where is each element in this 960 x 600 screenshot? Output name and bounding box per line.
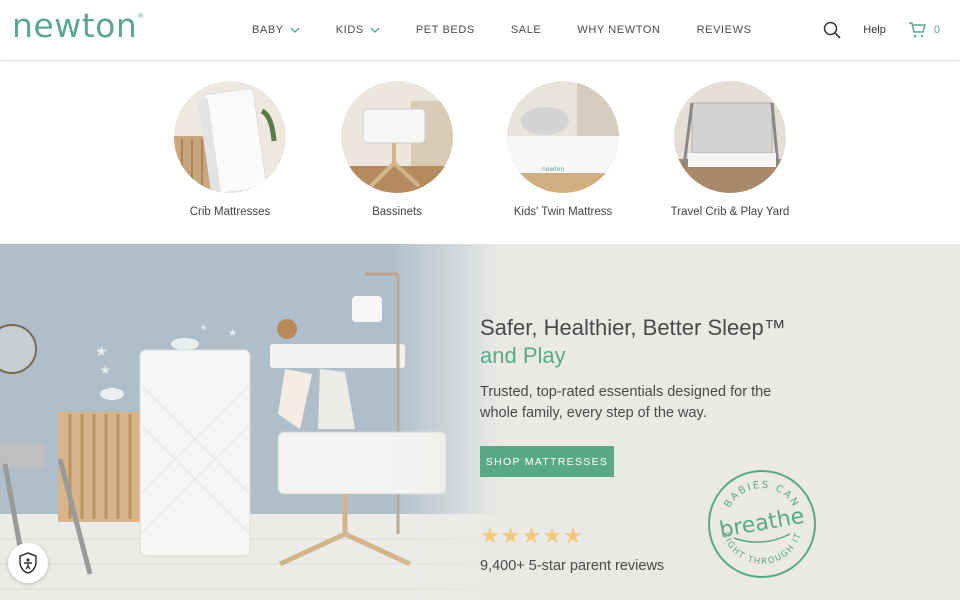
category-label: Crib Mattresses [189, 206, 271, 218]
travel-crib-image [674, 81, 786, 193]
nav-label: REVIEWS [696, 24, 752, 36]
star-icon: ★ [480, 523, 500, 548]
cart-button[interactable]: 0 [908, 22, 940, 38]
hero-text-block: Safer, Healthier, Better Sleep™ and Play… [480, 314, 880, 424]
cart-count: 0 [933, 24, 940, 36]
hero-banner: ★★★★ Safer, Healthier, Better Sleep™ and… [0, 244, 960, 600]
twin-mattress-image: newton [507, 81, 619, 193]
category-kids-twin-mattress[interactable]: newton Kids' Twin Mattress [478, 81, 648, 218]
category-crib-mattresses[interactable]: Crib Mattresses [145, 81, 315, 218]
hero-headline-accent: and Play [480, 343, 566, 368]
nav-label: SALE [510, 24, 542, 36]
accessibility-button[interactable] [8, 543, 48, 583]
category-row: Crib Mattresses Bassinets newton Kids' T… [0, 61, 960, 244]
category-bassinets[interactable]: Bassinets [312, 81, 482, 218]
nav-item-baby[interactable]: BABY [252, 24, 300, 36]
main-nav: BABY KIDS PET BEDS SALE WHY NEWTON REVIE… [252, 0, 788, 60]
rating-stars: ★ ★ ★ ★ ★ [480, 525, 584, 547]
chevron-down-icon [290, 27, 300, 33]
nav-item-pet-beds[interactable]: PET BEDS [416, 24, 475, 36]
crib-mattress-image [174, 81, 286, 193]
nav-item-kids[interactable]: KIDS [336, 24, 380, 36]
help-link[interactable]: Help [863, 24, 886, 36]
nav-item-why-newton[interactable]: WHY NEWTON [577, 24, 660, 36]
nav-label: BABY [252, 24, 284, 36]
search-icon[interactable] [823, 21, 841, 39]
star-icon: ★ [521, 523, 542, 548]
category-label: Travel Crib & Play Yard [670, 206, 790, 218]
site-header: newton® BABY KIDS PET BEDS SALE WHY NEWT… [0, 0, 960, 61]
star-icon: ★ [562, 523, 583, 548]
svg-text:newton: newton [542, 166, 564, 173]
nav-label: WHY NEWTON [577, 24, 661, 36]
star-icon: ★ [500, 523, 521, 548]
hero-headline: Safer, Healthier, Better Sleep™ [480, 315, 786, 340]
nav-label: KIDS [335, 24, 364, 36]
category-label: Bassinets [372, 206, 422, 218]
header-tools: Help 0 [823, 0, 940, 60]
chevron-down-icon [370, 27, 380, 33]
bassinet-image [341, 81, 453, 193]
nursery-hero-image: ★★★★ [0, 244, 500, 600]
shop-mattresses-button[interactable]: SHOP MATTRESSES [480, 446, 614, 477]
cart-icon [908, 22, 926, 38]
nav-item-sale[interactable]: SALE [511, 24, 542, 36]
breathe-badge: BABIES CAN breathe RIGHT THROUGH IT [708, 470, 816, 578]
category-label: Kids' Twin Mattress [513, 206, 613, 218]
star-icon: ★ [542, 523, 562, 548]
hero-subtext: Trusted, top-rated essentials designed f… [480, 384, 772, 421]
reviews-count: 9,400+ 5-star parent reviews [480, 558, 665, 574]
nav-item-reviews[interactable]: REVIEWS [697, 24, 752, 36]
nav-label: PET BEDS [415, 24, 475, 36]
accessibility-icon [19, 552, 37, 574]
category-travel-crib[interactable]: Travel Crib & Play Yard [645, 81, 815, 218]
newton-logo[interactable]: newton® [12, 6, 145, 45]
